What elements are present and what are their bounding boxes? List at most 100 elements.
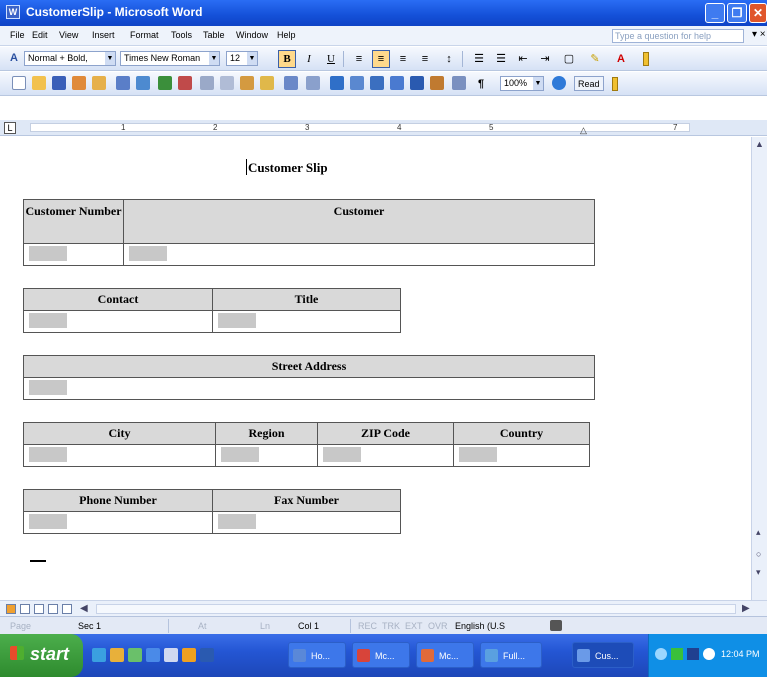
- menu-insert[interactable]: Insert: [92, 30, 115, 40]
- clock[interactable]: 12:04 PM: [721, 649, 760, 659]
- font-select[interactable]: Times New Roman ▼: [120, 51, 220, 66]
- close-button[interactable]: ✕: [749, 3, 767, 23]
- borders-icon[interactable]: ▢: [560, 50, 578, 68]
- next-page-icon[interactable]: ▾: [756, 567, 761, 578]
- menu-format[interactable]: Format: [130, 30, 159, 40]
- vertical-scrollbar[interactable]: ▲ ▴ ○ ▾: [751, 137, 767, 600]
- right-indent-marker-icon[interactable]: △: [580, 125, 587, 136]
- select-browse-object-icon[interactable]: ○: [756, 549, 761, 559]
- copy-icon[interactable]: [220, 76, 234, 90]
- menu-help[interactable]: Help: [277, 30, 296, 40]
- tab-selector-icon[interactable]: L: [4, 122, 16, 134]
- tray-icon[interactable]: [655, 648, 667, 660]
- scroll-up-icon[interactable]: ▲: [755, 139, 764, 149]
- word-app-icon[interactable]: W: [6, 5, 20, 19]
- highlight-icon[interactable]: ✎: [586, 50, 604, 68]
- columns-icon[interactable]: [410, 76, 424, 90]
- quicklaunch-icon[interactable]: [146, 648, 160, 662]
- style-select[interactable]: Normal + Bold, ▼: [24, 51, 116, 66]
- quicklaunch-icon[interactable]: [92, 648, 106, 662]
- customer-field[interactable]: [124, 244, 594, 265]
- increase-indent-icon[interactable]: ⇥: [536, 50, 554, 68]
- menu-tools[interactable]: Tools: [171, 30, 192, 40]
- customer-number-field[interactable]: [24, 244, 124, 265]
- taskbar-item-active[interactable]: Cus...: [572, 642, 634, 668]
- toolbar-options-icon[interactable]: [643, 52, 649, 66]
- scroll-right-icon[interactable]: ▶: [742, 603, 750, 614]
- ask-question-input[interactable]: Type a question for help: [612, 29, 744, 43]
- scroll-left-icon[interactable]: ◀: [80, 603, 88, 614]
- close-document-icon[interactable]: ▾ ×: [752, 29, 766, 40]
- line-spacing-icon[interactable]: ↕: [440, 50, 458, 68]
- status-ovr[interactable]: OVR: [428, 621, 448, 631]
- zoom-select[interactable]: 100% ▼: [500, 76, 544, 91]
- spelling-icon[interactable]: [158, 76, 172, 90]
- normal-view-icon[interactable]: [6, 604, 16, 614]
- font-color-icon[interactable]: A: [612, 50, 630, 68]
- format-painter-icon[interactable]: [260, 76, 274, 90]
- start-button[interactable]: start: [0, 634, 83, 677]
- contact-field[interactable]: [24, 311, 213, 332]
- research-icon[interactable]: [178, 76, 192, 90]
- redo-icon[interactable]: [306, 76, 320, 90]
- print-layout-view-icon[interactable]: [34, 604, 44, 614]
- menu-window[interactable]: Window: [236, 30, 268, 40]
- horizontal-scroll-track[interactable]: [96, 604, 736, 614]
- phone-number-field[interactable]: [24, 512, 213, 533]
- tray-icon[interactable]: [671, 648, 683, 660]
- underline-button[interactable]: U: [322, 50, 340, 68]
- cut-icon[interactable]: [200, 76, 214, 90]
- permission-icon[interactable]: [72, 76, 86, 90]
- tray-icon[interactable]: [703, 648, 715, 660]
- quicklaunch-icon[interactable]: [200, 648, 214, 662]
- paste-icon[interactable]: [240, 76, 254, 90]
- taskbar-item[interactable]: Ho...: [288, 642, 346, 668]
- country-field[interactable]: [454, 445, 589, 466]
- drawing-icon[interactable]: [430, 76, 444, 90]
- spelling-status-icon[interactable]: [550, 620, 562, 631]
- hyperlink-icon[interactable]: [330, 76, 344, 90]
- outline-view-icon[interactable]: [48, 604, 58, 614]
- justify-icon[interactable]: ≡: [416, 50, 434, 68]
- reading-layout-view-icon[interactable]: [62, 604, 72, 614]
- insert-excel-icon[interactable]: [390, 76, 404, 90]
- email-icon[interactable]: [92, 76, 106, 90]
- quicklaunch-icon[interactable]: [164, 648, 178, 662]
- new-document-icon[interactable]: [12, 76, 26, 90]
- decrease-indent-icon[interactable]: ⇤: [514, 50, 532, 68]
- tray-icon[interactable]: [687, 648, 699, 660]
- region-field[interactable]: [216, 445, 318, 466]
- title-field[interactable]: [213, 311, 400, 332]
- taskbar-item[interactable]: Mc...: [416, 642, 474, 668]
- previous-page-icon[interactable]: ▴: [756, 527, 761, 538]
- read-button[interactable]: Read: [574, 76, 604, 91]
- tables-borders-icon[interactable]: [350, 76, 364, 90]
- align-left-icon[interactable]: ≡: [350, 50, 368, 68]
- bullets-icon[interactable]: ☰: [492, 50, 510, 68]
- menu-view[interactable]: View: [59, 30, 78, 40]
- web-view-icon[interactable]: [20, 604, 30, 614]
- quicklaunch-icon[interactable]: [128, 648, 142, 662]
- street-address-field[interactable]: [24, 378, 594, 399]
- status-rec[interactable]: REC: [358, 621, 377, 631]
- align-right-icon[interactable]: ≡: [394, 50, 412, 68]
- align-center-icon[interactable]: ≡: [372, 50, 390, 68]
- print-preview-icon[interactable]: [136, 76, 150, 90]
- menu-edit[interactable]: Edit: [32, 30, 48, 40]
- save-icon[interactable]: [52, 76, 66, 90]
- status-ext[interactable]: EXT: [405, 621, 423, 631]
- numbering-icon[interactable]: ☰: [470, 50, 488, 68]
- quicklaunch-icon[interactable]: [182, 648, 196, 662]
- menu-file[interactable]: File: [10, 30, 25, 40]
- zip-code-field[interactable]: [318, 445, 454, 466]
- toolbar-options-icon[interactable]: [612, 77, 618, 91]
- italic-button[interactable]: I: [300, 50, 318, 68]
- city-field[interactable]: [24, 445, 216, 466]
- open-icon[interactable]: [32, 76, 46, 90]
- menu-table[interactable]: Table: [203, 30, 225, 40]
- quicklaunch-icon[interactable]: [110, 648, 124, 662]
- show-hide-icon[interactable]: ¶: [472, 75, 490, 93]
- undo-icon[interactable]: [284, 76, 298, 90]
- status-trk[interactable]: TRK: [382, 621, 400, 631]
- minimize-button[interactable]: _: [705, 3, 725, 23]
